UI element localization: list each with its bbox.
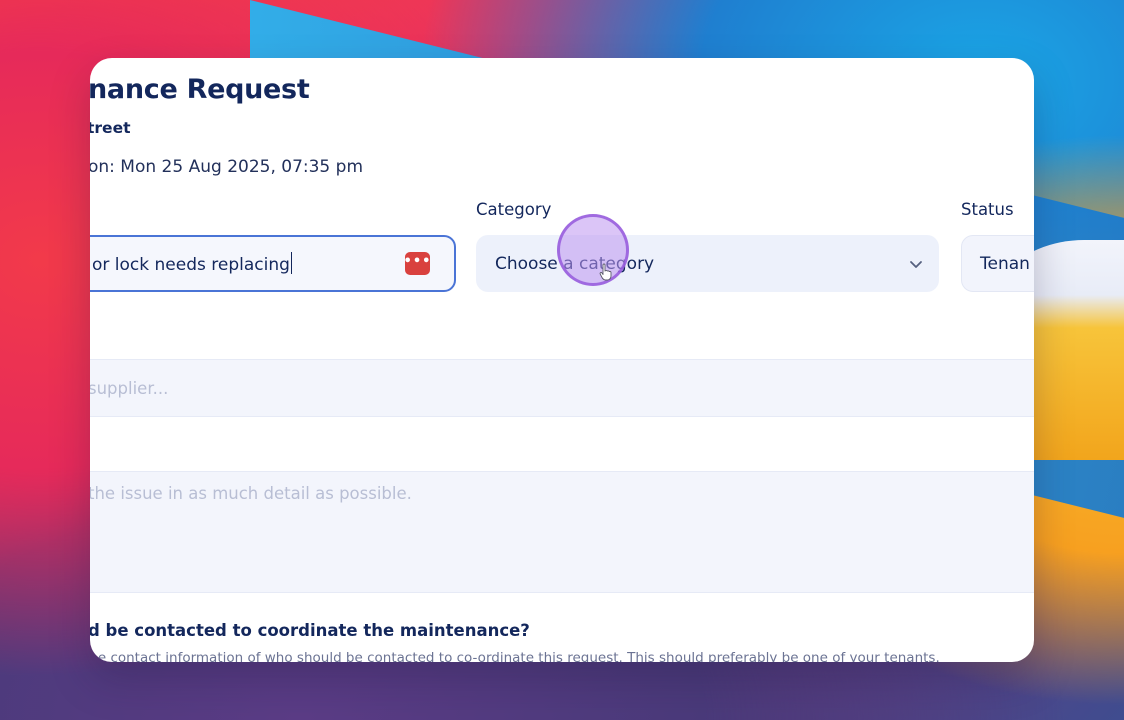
supplier-placeholder: supplier... (90, 378, 169, 398)
status-select-value: Tenan (980, 253, 1030, 274)
category-label: Category (476, 200, 552, 219)
password-manager-icon[interactable]: ••• (404, 252, 430, 275)
created-on-text: on: Mon 25 Aug 2025, 07:35 pm (90, 157, 364, 177)
hand-pointer-icon (599, 263, 612, 281)
status-select[interactable]: Tenan (961, 235, 1034, 292)
category-select[interactable]: Choose a category (476, 235, 939, 292)
page-title: nance Request (90, 74, 310, 105)
supplier-input[interactable]: supplier... (90, 359, 1034, 417)
description-textarea[interactable]: the issue in as much detail as possible. (90, 471, 1034, 593)
chevron-down-icon (910, 260, 922, 268)
title-input[interactable]: or lock needs replacing ••• (90, 235, 456, 292)
title-input-value: or lock needs replacing (92, 255, 290, 275)
text-caret (290, 252, 293, 274)
maintenance-request-card: nance Request treet on: Mon 25 Aug 2025,… (90, 58, 1034, 662)
property-address: treet (90, 119, 131, 137)
status-label: Status (961, 200, 1014, 219)
contact-question: d be contacted to coordinate the mainten… (90, 621, 530, 640)
contact-help-text: the contact information of who should be… (90, 650, 940, 662)
cursor-highlight (557, 214, 629, 286)
description-placeholder: the issue in as much detail as possible. (90, 484, 412, 503)
